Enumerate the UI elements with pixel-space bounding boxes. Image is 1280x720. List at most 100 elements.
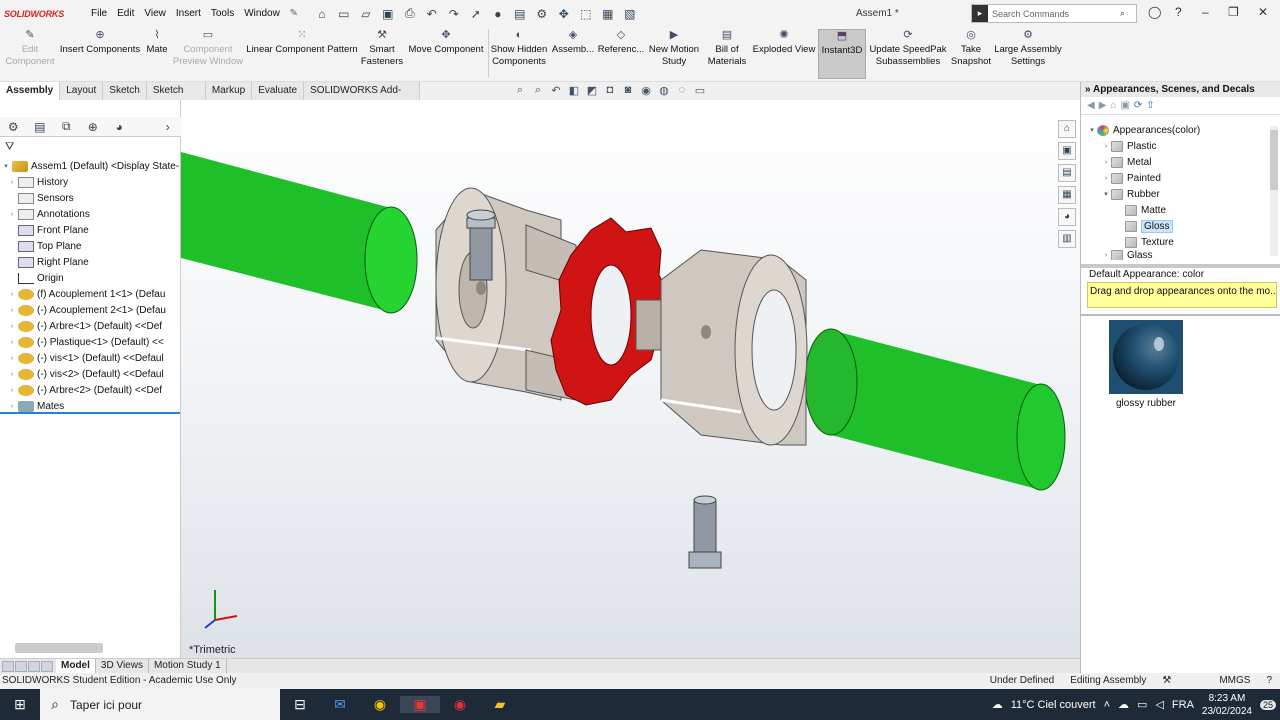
collapse-icon[interactable]: ▾ (1087, 126, 1097, 134)
search-icon[interactable]: ⌕ (1120, 8, 1136, 19)
solidworks-app-icon[interactable]: ▣ (400, 696, 440, 713)
glossy-rubber-swatch[interactable] (1109, 320, 1183, 394)
next-tab-icon[interactable] (28, 660, 40, 672)
tree-item-top-plane[interactable]: Top Plane (0, 238, 181, 254)
move-component-button[interactable]: ✥ Move Component (406, 29, 486, 79)
windows-start-icon[interactable]: ⊞ (0, 696, 40, 713)
horizontal-scrollbar[interactable] (15, 643, 103, 653)
home-view-icon[interactable]: ⌂ (1058, 120, 1076, 138)
display-style-icon[interactable]: ◙ (620, 84, 636, 97)
tree-item-sensors[interactable]: Sensors (0, 190, 181, 206)
component-preview-window-button[interactable]: ▭ Component Preview Window (172, 29, 244, 79)
redo-icon[interactable]: ↷ (443, 7, 465, 21)
tree-item-acouplement1[interactable]: › (f) Acouplement 1<1> (Defau (0, 286, 181, 302)
pin-icon[interactable]: ✎ (285, 8, 303, 19)
tree-item-right-plane[interactable]: Right Plane (0, 254, 181, 270)
view-palette-icon[interactable]: ▦ (1058, 186, 1076, 204)
tab-addins[interactable]: SOLIDWORKS Add-Ins (304, 82, 420, 114)
show-hidden-components-button[interactable]: ◐ Show Hidden Components (490, 29, 548, 79)
instant3d-button[interactable]: ⬒ Instant3D (818, 29, 866, 79)
move-icon[interactable]: ✥ (553, 7, 575, 21)
expand-icon[interactable]: › (6, 355, 18, 362)
weather-text[interactable]: 11°C Ciel couvert (1011, 699, 1096, 711)
tab-sketch[interactable]: Sketch (103, 82, 147, 100)
solidworks-logo[interactable]: SOLIDWORKS (0, 9, 86, 19)
tree-item-gloss[interactable]: Gloss (1081, 218, 1269, 234)
bolt-lower[interactable] (688, 495, 722, 569)
weather-icon[interactable]: ☁ (992, 698, 1003, 711)
rollback-bar[interactable] (0, 412, 180, 414)
property-manager-tab-icon[interactable]: ▤ (27, 120, 54, 134)
update-speedpak-button[interactable]: ⟳ Update SpeedPak Subassemblies (868, 29, 948, 79)
linear-component-pattern-button[interactable]: ⁙ Linear Component Pattern (246, 29, 358, 79)
refresh-icon[interactable]: ⟳ (1134, 100, 1142, 111)
edit-appearance-icon[interactable]: ◍ (656, 84, 672, 97)
volume-icon[interactable]: ◁ (1155, 698, 1163, 711)
table-icon[interactable]: ▦ (597, 7, 619, 21)
network-icon[interactable]: ▭ (1137, 698, 1147, 711)
onedrive-icon[interactable]: ☁ (1118, 698, 1129, 711)
tree-item-metal[interactable]: › Metal (1081, 154, 1269, 170)
tree-item-front-plane[interactable]: Front Plane (0, 222, 181, 238)
tree-item-rubber[interactable]: ▾ Rubber (1081, 186, 1269, 202)
design-library-icon[interactable]: ▤ (1058, 164, 1076, 182)
custom-properties-icon[interactable]: ▥ (1058, 230, 1076, 248)
expand-icon[interactable]: › (6, 307, 18, 314)
display-manager-tab-icon[interactable]: ◕ (106, 120, 133, 134)
tree-item-arbre1[interactable]: › (-) Arbre<1> (Default) <<Def (0, 318, 181, 334)
new-motion-study-button[interactable]: ▶ New Motion Study (646, 29, 702, 79)
task-view-icon[interactable]: ⊟ (280, 696, 320, 713)
first-tab-icon[interactable] (2, 660, 14, 672)
open-file-icon[interactable]: ▱ (355, 7, 377, 21)
expand-arrow-icon[interactable]: › (155, 120, 182, 134)
dynamic-annotation-icon[interactable]: ◩ (584, 84, 600, 97)
tree-item-acouplement2[interactable]: › (-) Acouplement 2<1> (Defau (0, 302, 181, 318)
dimxpert-tab-icon[interactable]: ⊕ (80, 120, 107, 134)
take-snapshot-button[interactable]: ◎ Take Snapshot (950, 29, 992, 79)
tree-item-plastic[interactable]: › Plastic (1081, 138, 1269, 154)
feature-tree-tab-icon[interactable]: ⚙ (0, 120, 27, 134)
file-explorer-icon[interactable]: ▣ (1058, 142, 1076, 160)
notification-badge[interactable]: 25 (1259, 699, 1276, 710)
tab-layout[interactable]: Layout (60, 82, 104, 100)
expand-icon[interactable]: › (1101, 143, 1111, 150)
up-icon[interactable]: ⇧ (1146, 100, 1154, 111)
apply-scene-icon[interactable]: ◌ (674, 84, 690, 97)
menu-insert[interactable]: Insert (171, 8, 206, 19)
add-folder-icon[interactable]: ▣ (1120, 100, 1129, 111)
vertical-scrollbar[interactable] (1270, 126, 1278, 256)
tree-item-texture[interactable]: Texture (1081, 234, 1269, 250)
tree-item-glass[interactable]: › Glass (1081, 250, 1269, 260)
expand-icon[interactable]: › (6, 371, 18, 378)
tab-model[interactable]: Model (56, 659, 96, 673)
tree-item-vis2[interactable]: › (-) vis<2> (Default) <<Defaul (0, 366, 181, 382)
tab-assembly[interactable]: Assembly (0, 82, 61, 100)
forward-icon[interactable]: ▶ (1099, 100, 1107, 111)
previous-view-icon[interactable]: ↶ (548, 84, 564, 97)
rebuild-icon[interactable]: ⚒ (1154, 673, 1179, 689)
configuration-tab-icon[interactable]: ⧉ (53, 119, 80, 134)
frame-icon[interactable]: ⬚ (575, 7, 597, 21)
expand-icon[interactable]: › (6, 339, 18, 346)
minimize-icon[interactable]: – (1202, 5, 1209, 19)
edit-component-button[interactable]: ✎ Edit Component (4, 29, 56, 79)
layers-icon[interactable]: ▧ (619, 7, 641, 21)
file-properties-icon[interactable]: ▤ (509, 7, 531, 21)
close-icon[interactable]: ✕ (1258, 5, 1268, 19)
chrome-profile-icon[interactable]: ◉ (440, 696, 480, 713)
coupling-hub-right[interactable] (635, 249, 808, 446)
select-arrow-icon[interactable]: ➚ (465, 7, 487, 21)
expand-icon[interactable]: › (6, 323, 18, 330)
expand-icon[interactable]: › (6, 387, 18, 394)
user-icon[interactable]: ◯ (1148, 5, 1161, 19)
expand-icon[interactable]: › (6, 291, 18, 298)
tab-evaluate[interactable]: Evaluate (252, 82, 305, 100)
prev-tab-icon[interactable] (15, 660, 27, 672)
expand-icon[interactable]: › (1101, 175, 1111, 182)
menu-file[interactable]: File (86, 8, 112, 19)
tree-item-assembly[interactable]: ▾ Assem1 (Default) <Display State- (0, 158, 181, 174)
shaft-right[interactable] (804, 328, 1066, 491)
expand-icon[interactable]: › (6, 179, 18, 186)
large-assembly-settings-button[interactable]: ⚙ Large Assembly Settings (994, 29, 1062, 79)
tree-item-painted[interactable]: › Painted (1081, 170, 1269, 186)
